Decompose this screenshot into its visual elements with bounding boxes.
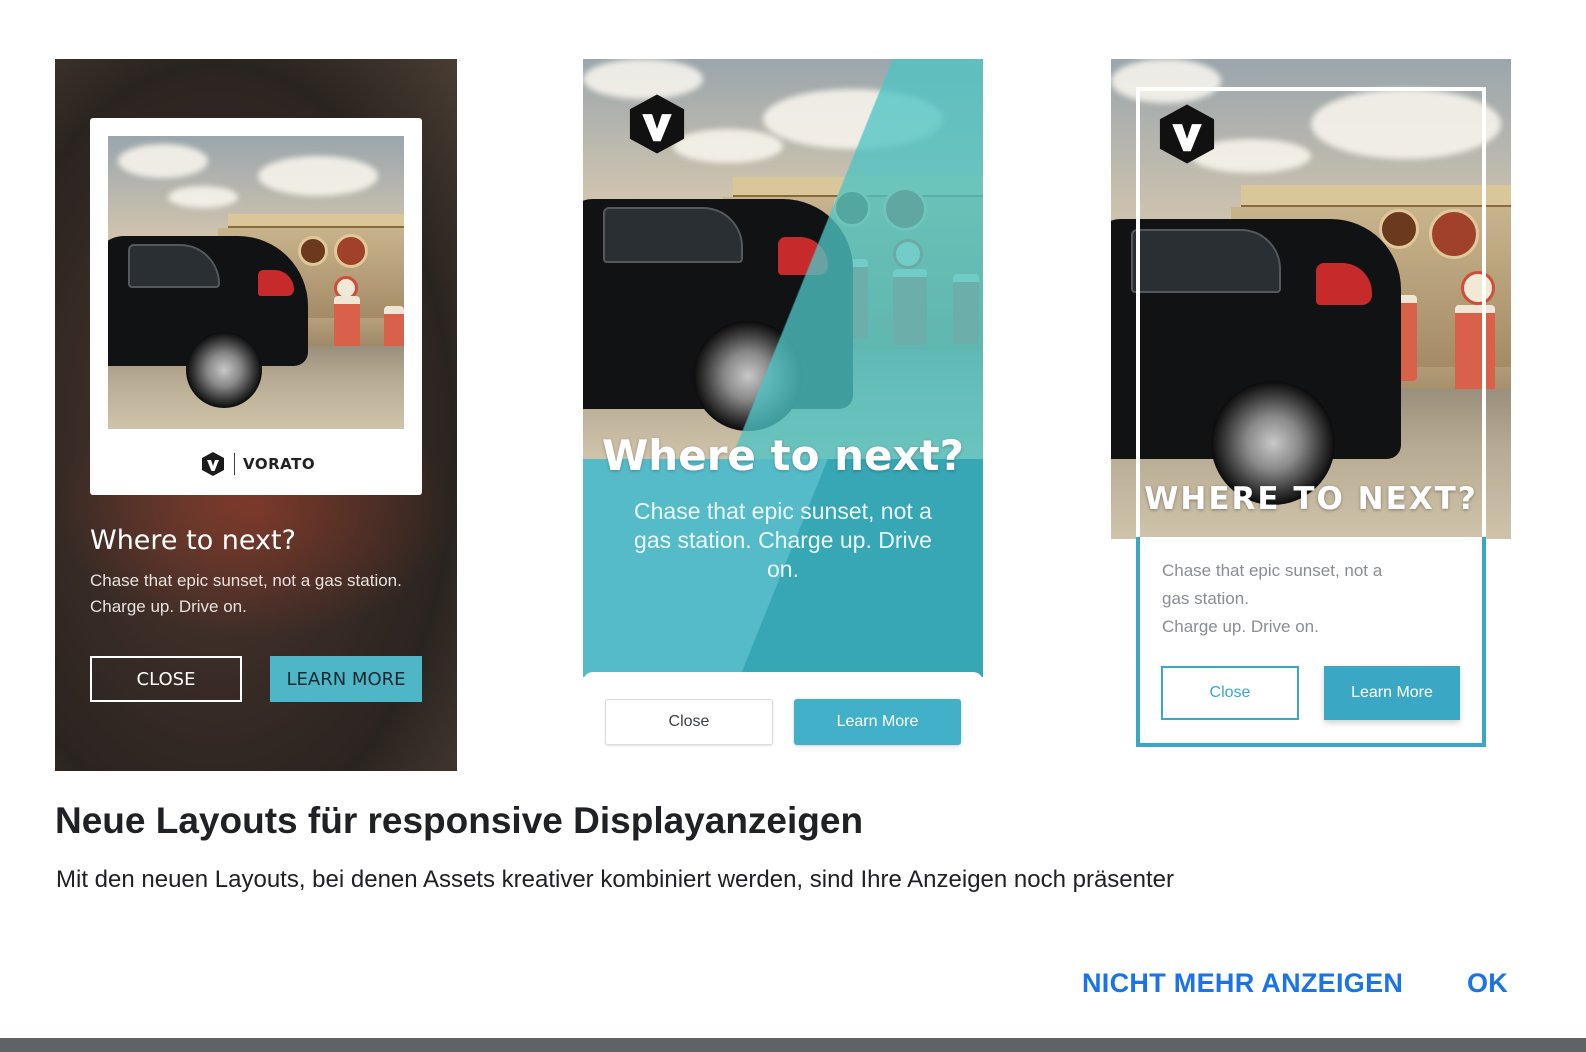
ad-headline: WHERE TO NEXT?	[1144, 481, 1478, 517]
brand-lockup: VORATO	[200, 450, 315, 478]
ad-headline: Where to next?	[90, 525, 296, 556]
ad-learn-more-button: LEARN MORE	[270, 656, 422, 702]
dialog-title: Neue Layouts für responsive Displayanzei…	[55, 800, 864, 841]
bottom-divider	[0, 1038, 1586, 1052]
dont-show-again-button[interactable]: NICHT MEHR ANZEIGEN	[1082, 968, 1403, 999]
ad-description-line: Charge up. Drive on.	[1162, 617, 1319, 636]
ok-button[interactable]: OK	[1467, 968, 1508, 999]
ad-description-line: Chase that epic sunset, not a	[1162, 561, 1383, 580]
ad-close-button: Close	[1161, 666, 1299, 720]
ad-description-line: gas station.	[1162, 589, 1249, 608]
ad-headline: Where to next?	[601, 431, 964, 480]
ad-description: Chase that epic sunset, not a gas statio…	[90, 571, 402, 616]
vorato-logo-icon	[1159, 104, 1215, 164]
image-frame: VORATO	[90, 118, 422, 495]
layouts-announcement-dialog: VORATO Where to next? Chase that epic su…	[0, 0, 1586, 1040]
ad-close-button: CLOSE	[90, 656, 242, 702]
dialog-description: Mit den neuen Layouts, bei denen Assets …	[56, 866, 1175, 893]
brand-divider	[234, 453, 235, 475]
ad-preview-layout-3: WHERE TO NEXT? Chase that epic sunset, n…	[1111, 59, 1511, 749]
ad-preview-layout-2: Where to next? Chase that epic sunset, n…	[583, 59, 983, 756]
ad-close-button: Close	[605, 699, 773, 745]
ad-preview-layout-1: VORATO Where to next? Chase that epic su…	[55, 59, 457, 771]
brand-name: VORATO	[243, 455, 316, 473]
ad-description: Chase that epic sunset, not a gas statio…	[1162, 557, 1462, 641]
ad-learn-more-button: Learn More	[1324, 666, 1460, 720]
ad-learn-more-button: Learn More	[794, 699, 961, 745]
vorato-logo-icon	[202, 452, 224, 476]
ad-description: Chase that epic sunset, not a gas statio…	[634, 498, 932, 582]
vorato-logo-icon	[629, 94, 685, 154]
car-photo	[108, 136, 404, 429]
